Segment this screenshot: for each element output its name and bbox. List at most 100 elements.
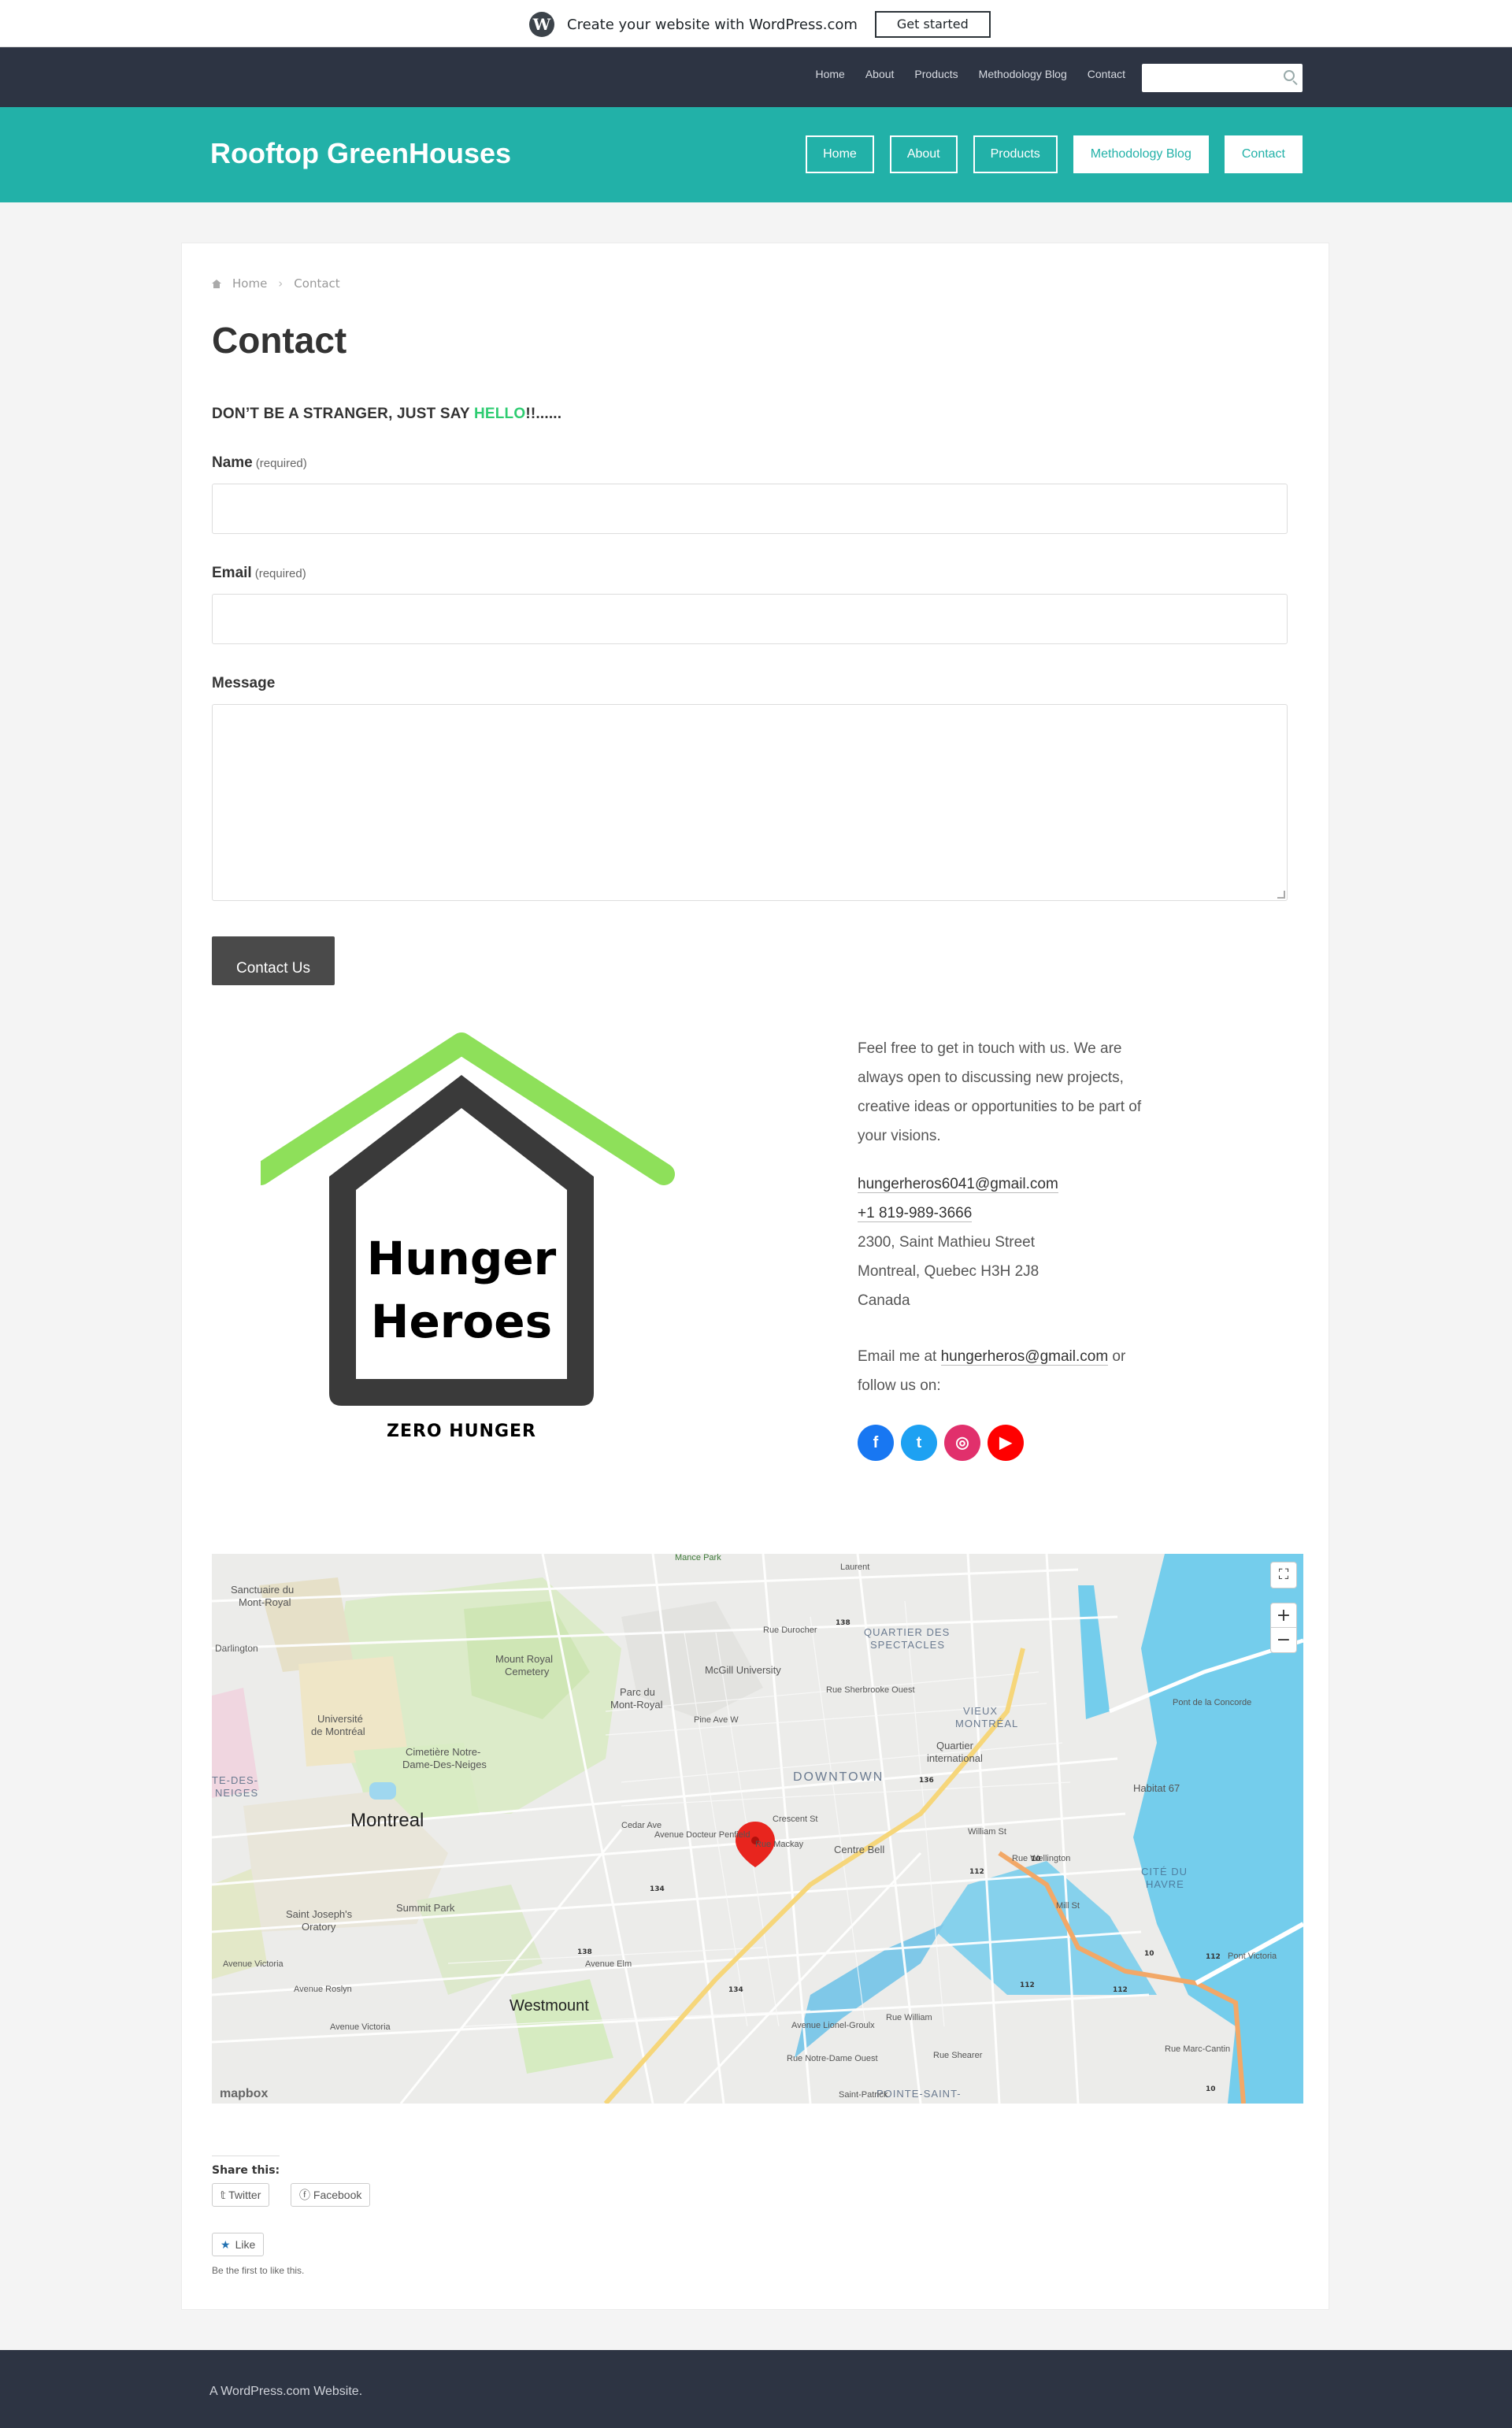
top-navigation: Home About Products Methodology Blog Con… <box>0 47 1512 107</box>
map-label: Mance Park <box>675 1554 721 1562</box>
like-button[interactable]: ★ Like <box>212 2233 265 2256</box>
map-label: Rue Shearer <box>933 2051 983 2060</box>
instagram-icon[interactable]: ◎ <box>944 1425 980 1461</box>
top-nav-home[interactable]: Home <box>815 68 844 80</box>
nav-contact[interactable]: Contact <box>1224 135 1303 173</box>
contact-us-button[interactable]: Contact Us <box>212 936 335 985</box>
map-label: Pont de la Concorde <box>1173 1698 1251 1707</box>
page-title: Contact <box>212 320 347 361</box>
map-label: Rue Mackay <box>755 1840 804 1849</box>
map-label: Mont-Royal <box>610 1699 663 1711</box>
map-label: Rue Marc-Cantin <box>1165 2044 1230 2054</box>
email-link[interactable]: hungerheros6041@gmail.com <box>858 1176 1058 1193</box>
route-shield: 136 <box>919 1777 934 1785</box>
map-label: MONTRÉAL <box>955 1718 1018 1729</box>
route-shield: 112 <box>969 1868 984 1876</box>
resize-handle-icon[interactable] <box>1277 891 1285 899</box>
footer-credit[interactable]: A WordPress.com Website. <box>209 2385 362 2399</box>
map-label: de Montréal <box>311 1726 365 1737</box>
map-label: QUARTIER DES <box>864 1626 950 1638</box>
mapbox-logo[interactable]: mapbox <box>220 2087 268 2100</box>
map-label: NEIGES <box>215 1787 258 1799</box>
top-nav-about[interactable]: About <box>865 68 895 80</box>
site-footer: A WordPress.com Website. <box>0 2350 1512 2428</box>
share-twitter-button[interactable]: 𝕥 Twitter <box>212 2183 270 2207</box>
site-header: Rooftop GreenHouses Home About Products … <box>0 107 1512 202</box>
intro-line-1: Feel free to get in touch with us. We ar… <box>858 1040 1122 1057</box>
get-started-button[interactable]: Get started <box>874 11 991 38</box>
map-label: Summit Park <box>396 1902 455 1914</box>
name-label: Name (required) <box>212 454 307 472</box>
map-label: William St <box>968 1827 1006 1837</box>
zoom-out-button[interactable]: − <box>1270 1628 1297 1653</box>
breadcrumb-current: Contact <box>294 276 340 291</box>
map-label: Rue Wellington <box>1012 1854 1070 1863</box>
map-label: POINTE-SAINT- <box>876 2088 962 2100</box>
top-nav-contact[interactable]: Contact <box>1088 68 1125 80</box>
social-links: f t ◎ ▶ <box>858 1425 1024 1461</box>
map-label: Saint Joseph's <box>286 1908 353 1920</box>
map-label: Avenue Docteur Penfield <box>654 1830 750 1840</box>
route-shield: 138 <box>836 1619 850 1627</box>
message-textarea[interactable] <box>212 704 1288 901</box>
map[interactable]: Sanctuaire du Mont-Royal Mount Royal Cem… <box>212 1554 1303 2104</box>
name-label-text: Name <box>212 454 253 471</box>
route-shield: 10 <box>1206 2085 1216 2093</box>
zoom-in-button[interactable]: + <box>1270 1603 1297 1628</box>
content-card: Home › Contact Contact DON’T BE A STRANG… <box>181 243 1329 2310</box>
map-label: Dame-Des-Neiges <box>402 1759 487 1770</box>
nav-products[interactable]: Products <box>973 135 1058 173</box>
like-note: Be the first to like this. <box>212 2265 305 2276</box>
email-label: Email (required) <box>212 565 306 582</box>
search-input[interactable] <box>1142 64 1303 92</box>
map-label: Mont-Royal <box>239 1596 291 1608</box>
chevron-right-icon: › <box>278 276 284 291</box>
nav-about[interactable]: About <box>889 135 958 173</box>
main-navigation: Home About Products Methodology Blog Con… <box>790 135 1303 173</box>
logo-line-hunger: Hunger <box>366 1232 557 1285</box>
wordpress-logo-icon[interactable]: W <box>529 12 554 37</box>
search-icon[interactable] <box>1284 70 1295 81</box>
map-label: Centre Bell <box>834 1844 884 1855</box>
map-canvas[interactable]: Sanctuaire du Mont-Royal Mount Royal Cem… <box>212 1554 1303 2104</box>
tagline: DON’T BE A STRANGER, JUST SAY HELLO!!...… <box>212 406 561 423</box>
name-field[interactable] <box>212 484 1288 534</box>
youtube-icon[interactable]: ▶ <box>988 1425 1024 1461</box>
route-shield: 134 <box>728 1986 743 1994</box>
email-link-2[interactable]: hungerheros@gmail.com <box>940 1348 1109 1366</box>
phone-link[interactable]: +1 819-989-3666 <box>858 1205 973 1222</box>
nav-home[interactable]: Home <box>806 135 874 173</box>
hunger-heroes-logo: Hunger Heroes ZERO HUNGER <box>250 1031 686 1472</box>
breadcrumb-home[interactable]: Home <box>232 276 267 291</box>
nav-methodology-blog[interactable]: Methodology Blog <box>1073 135 1209 173</box>
house-logo-icon <box>250 1032 675 1406</box>
top-nav-products[interactable]: Products <box>914 68 958 80</box>
map-label: Saint-Patrick <box>839 2090 888 2100</box>
map-label: Laurent <box>840 1562 869 1572</box>
map-label: SPECTACLES <box>870 1639 945 1651</box>
top-nav-methodology-blog[interactable]: Methodology Blog <box>979 68 1067 80</box>
twitter-icon[interactable]: t <box>901 1425 937 1461</box>
breadcrumb: Home › Contact <box>212 276 340 291</box>
wordpress-promo-bar: W Create your website with WordPress.com… <box>0 0 1512 47</box>
share-facebook-button[interactable]: ⓕ Facebook <box>291 2183 371 2207</box>
map-label: McGill University <box>705 1664 781 1676</box>
site-title[interactable]: Rooftop GreenHouses <box>210 137 511 170</box>
fullscreen-icon[interactable]: ⛶ <box>1270 1562 1297 1588</box>
promo-text[interactable]: Create your website with WordPress.com <box>567 17 858 33</box>
map-label: Rue Notre-Dame Ouest <box>787 2054 878 2063</box>
map-label: Rue Sherbrooke Ouest <box>826 1685 915 1695</box>
address-line-3: Canada <box>858 1292 910 1309</box>
route-shield: 10 <box>1031 1855 1041 1863</box>
facebook-icon[interactable]: f <box>858 1425 894 1461</box>
map-label-westmount: Westmount <box>510 1997 589 2015</box>
email-field[interactable] <box>212 594 1288 644</box>
message-label: Message <box>212 675 276 691</box>
map-label: Darlington <box>215 1643 258 1654</box>
route-shield: 10 <box>1144 1950 1154 1958</box>
follow-text: follow us on: <box>858 1377 941 1394</box>
map-label: Oratory <box>302 1921 336 1933</box>
name-required-note: (required) <box>255 457 307 470</box>
email-suffix: or <box>1108 1348 1126 1365</box>
map-label: CITÉ DU <box>1141 1866 1188 1878</box>
